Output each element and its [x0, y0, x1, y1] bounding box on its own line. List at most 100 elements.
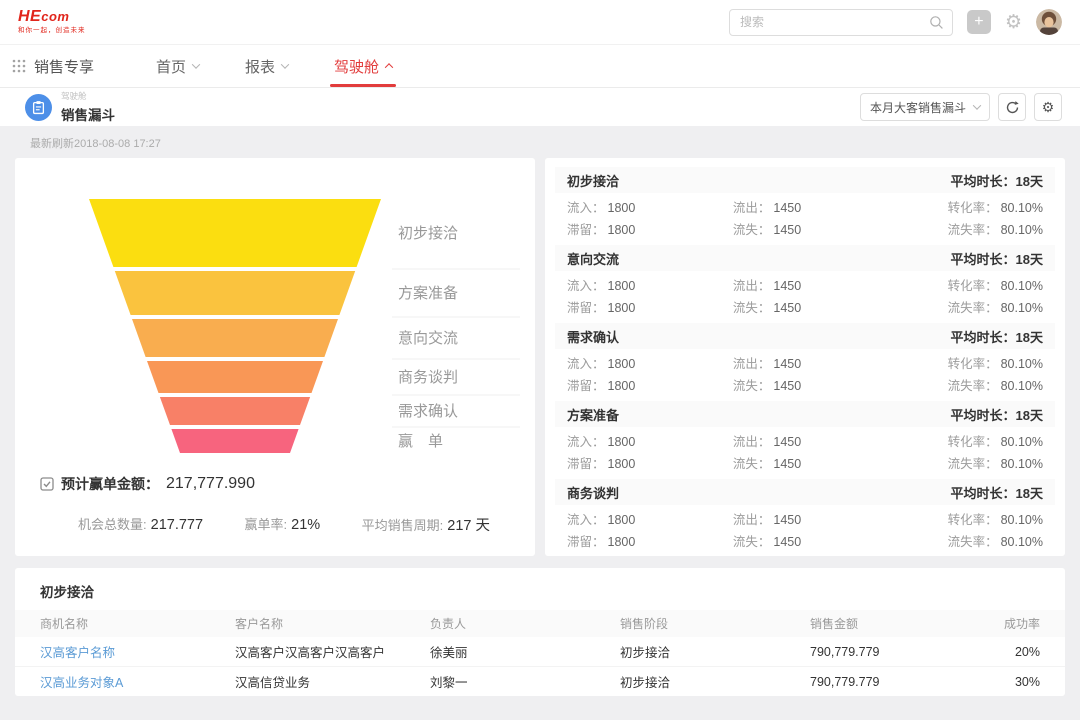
metric-label: 流出： [733, 357, 771, 371]
opportunity-link[interactable]: 汉高客户名称 [40, 642, 235, 661]
stage-section: 商务谈判平均时长：18天流入：1800流出：1450转化率：80.10%滞留：1… [555, 479, 1055, 553]
nav-item-active[interactable]: 驾驶舱 [330, 45, 396, 87]
page-titles: 驾驶舱 销售漏斗 [61, 90, 115, 124]
funnel-stage-label: 需求确认 [398, 403, 458, 420]
metric-value: 1800 [608, 301, 636, 315]
add-button[interactable]: + [967, 10, 991, 34]
metric-value: 80.10% [1001, 301, 1043, 315]
metric-label: 流入： [567, 513, 605, 527]
stage-section-header[interactable]: 需求确认平均时长：18天 [555, 323, 1055, 349]
metric-value: 1450 [773, 435, 801, 449]
table-row[interactable]: 汉高客户名称汉高客户汉高客户汉高客户徐美丽初步接洽790,779.77920% [15, 637, 1065, 667]
nav-item-label: 报表 [245, 56, 275, 77]
topbar: HEcom 和你一起，创造未来 + ⚙ [0, 0, 1080, 45]
stage-section-header[interactable]: 初步接洽平均时长：18天 [555, 167, 1055, 193]
app-switcher[interactable]: 销售专享 [12, 45, 94, 87]
stage-metric: 流失率：80.10% [899, 297, 1043, 316]
nav-item-menu[interactable]: 首页 [152, 45, 203, 87]
metric-label: 转化率： [948, 201, 998, 215]
table-row[interactable]: 汉高业务对象A汉高信贷业务刘黎一初步接洽790,779.77930% [15, 667, 1065, 696]
table-header-cell: 客户名称 [235, 615, 430, 632]
stage-metric: 流出：1450 [733, 275, 899, 294]
funnel-stage-label: 初步接洽 [398, 225, 458, 242]
funnel-segment[interactable] [171, 429, 298, 453]
table-header-cell: 负责人 [430, 615, 620, 632]
stage-duration: 平均时长：18天 [951, 249, 1043, 268]
widget-settings-button[interactable]: ⚙ [1034, 93, 1062, 121]
table-header-cell: 销售金额 [810, 615, 970, 632]
funnel-segment[interactable] [147, 361, 323, 393]
metric-value: 1800 [608, 357, 636, 371]
funnel-filter-select[interactable]: 本月大客销售漏斗 [860, 93, 990, 121]
chevron-down-icon [973, 101, 981, 109]
expected-amount-label: 预计赢单金额： [61, 474, 159, 494]
stage-duration: 平均时长：18天 [951, 171, 1043, 190]
stage-metric: 流失：1450 [733, 297, 899, 316]
cards-row: 初步接洽方案准备意向交流商务谈判需求确认赢 单 预计赢单金额： 217,777.… [0, 158, 1080, 556]
metric-label: 流出： [733, 435, 771, 449]
metric-value: 1450 [773, 279, 801, 293]
stage-metric-row: 流入：1800流出：1450转化率：80.10% [567, 351, 1043, 373]
nav-item-menu[interactable]: 报表 [241, 45, 292, 87]
stage-section-header[interactable]: 意向交流平均时长：18天 [555, 245, 1055, 271]
metric-label: 流失率： [948, 301, 998, 315]
last-refresh-label: 最新刷新2018-08-08 17:27 [30, 135, 1080, 151]
stage-section: 需求确认平均时长：18天流入：1800流出：1450转化率：80.10%滞留：1… [555, 323, 1055, 397]
stage-panel: 初步接洽平均时长：18天流入：1800流出：1450转化率：80.10%滞留：1… [545, 158, 1065, 556]
stage-metric-row: 流入：1800流出：1450转化率：80.10% [567, 195, 1043, 217]
global-search[interactable] [729, 9, 953, 36]
funnel-segment[interactable] [89, 199, 381, 267]
metric-label: 流失率： [948, 535, 998, 549]
metric-label: 滞留： [567, 223, 605, 237]
stage-metric-row: 流入：1800流出：1450转化率：80.10% [567, 507, 1043, 529]
opportunities-table: 商机名称客户名称负责人销售阶段销售金额成功率汉高客户名称汉高客户汉高客户汉高客户… [15, 610, 1065, 696]
page-title: 销售漏斗 [61, 104, 115, 124]
opportunity-link[interactable]: 汉高业务对象A [40, 672, 235, 691]
stage-section-header[interactable]: 方案准备平均时长：18天 [555, 401, 1055, 427]
table-cell: 30% [970, 675, 1040, 689]
stage-section-header[interactable]: 商务谈判平均时长：18天 [555, 479, 1055, 505]
metric-label: 滞留： [567, 457, 605, 471]
funnel-stat: 平均销售周期:217 天 [362, 514, 490, 535]
stage-metric: 流失率：80.10% [899, 219, 1043, 238]
metric-label: 流出： [733, 201, 771, 215]
search-input[interactable] [740, 15, 929, 29]
settings-gear-icon[interactable]: ⚙ [1005, 13, 1022, 32]
funnel-segment[interactable] [115, 271, 355, 315]
stage-metric: 流入：1800 [567, 509, 733, 528]
funnel-stage-label: 赢 单 [398, 433, 443, 450]
table-cell: 20% [970, 645, 1040, 659]
stage-metric-row: 流入：1800流出：1450转化率：80.10% [567, 273, 1043, 295]
metric-value: 1800 [608, 279, 636, 293]
metric-label: 流入： [567, 435, 605, 449]
brand-he: HE [18, 8, 41, 25]
funnel-segment[interactable] [160, 397, 310, 425]
metric-label: 转化率： [948, 435, 998, 449]
stage-metric-rows: 流入：1800流出：1450转化率：80.10%滞留：1800流失：1450流失… [555, 193, 1055, 241]
metric-value: 1450 [773, 457, 801, 471]
grid-menu-icon [12, 59, 26, 73]
stage-name: 方案准备 [567, 405, 619, 424]
table-cell: 790,779.779 [810, 675, 970, 689]
avatar[interactable] [1036, 9, 1062, 35]
search-icon [929, 15, 944, 30]
funnel-stage-label: 方案准备 [398, 284, 458, 302]
breadcrumb: 驾驶舱 [61, 90, 115, 102]
refresh-button[interactable] [998, 93, 1026, 121]
expected-amount-value: 217,777.990 [166, 475, 255, 493]
metric-value: 1800 [608, 435, 636, 449]
expected-amount-line: 预计赢单金额： 217,777.990 [40, 474, 520, 494]
stage-metric-row: 滞留：1800流失：1450流失率：80.10% [567, 451, 1043, 473]
page-header-actions: 本月大客销售漏斗 ⚙ [860, 93, 1062, 121]
metric-value: 1450 [773, 513, 801, 527]
app-switcher-label: 销售专享 [34, 56, 94, 77]
stage-name: 商务谈判 [567, 483, 619, 502]
table-cell: 刘黎一 [430, 672, 620, 691]
funnel-segment[interactable] [132, 319, 338, 357]
nav-items: 首页 报表 驾驶舱 [152, 45, 396, 87]
chevron-down-icon [192, 60, 200, 68]
metric-value: 80.10% [1001, 535, 1043, 549]
page-header: 驾驶舱 销售漏斗 本月大客销售漏斗 ⚙ [0, 88, 1080, 126]
metric-value: 80.10% [1001, 379, 1043, 393]
stage-metric: 流入：1800 [567, 275, 733, 294]
